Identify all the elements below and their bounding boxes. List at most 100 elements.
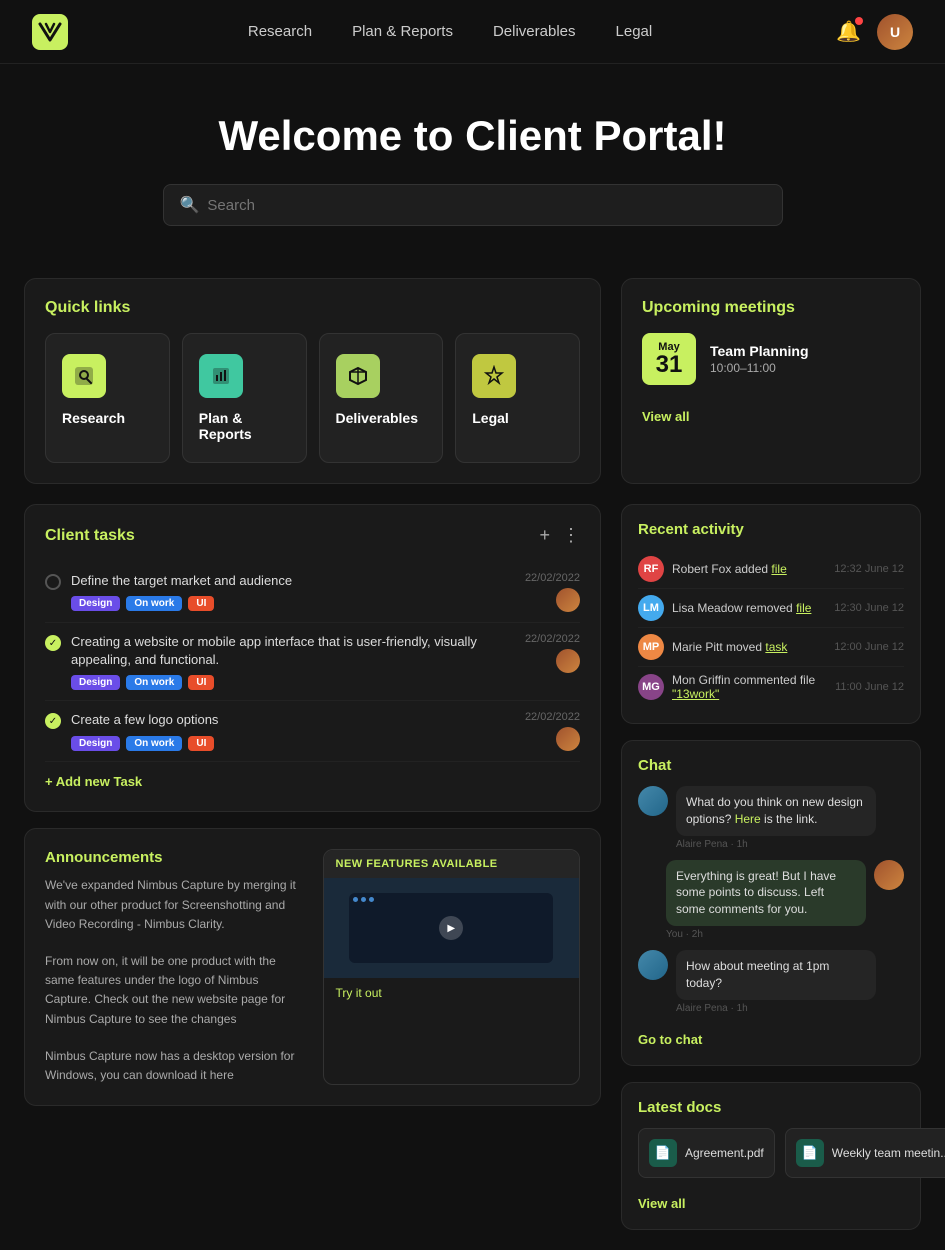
tag-design: Design — [71, 736, 120, 751]
add-task-link[interactable]: + Add new Task — [45, 774, 142, 789]
new-feature-header: NEW FEATURES AVAILABLE — [324, 850, 580, 878]
meeting-title: Team Planning — [710, 343, 809, 359]
doc-name: Agreement.pdf — [685, 1146, 764, 1160]
quick-link-research[interactable]: Research — [45, 333, 170, 463]
new-feature-preview: ▶ — [324, 878, 580, 978]
search-bar[interactable]: 🔍 — [163, 184, 783, 226]
activity-time: 12:00 June 12 — [834, 641, 904, 653]
activity-time: 11:00 June 12 — [835, 681, 904, 693]
bubble-text: Everything is great! But I have some poi… — [666, 860, 866, 926]
quick-link-legal[interactable]: Legal — [455, 333, 580, 463]
deliverables-icon — [336, 354, 380, 398]
tag-ui: UI — [188, 736, 214, 751]
activity-item: RF Robert Fox added file 12:32 June 12 — [638, 550, 904, 589]
activity-link[interactable]: task — [765, 640, 787, 654]
announce-text2: From now on, it will be one product with… — [45, 952, 303, 1029]
activity-link[interactable]: "13work" — [672, 687, 719, 701]
preview-inner: ▶ — [349, 893, 553, 963]
task-item: ✓ Creating a website or mobile app inter… — [45, 623, 580, 701]
doc-icon: 📄 — [796, 1139, 824, 1167]
notifications-button[interactable]: 🔔 — [832, 15, 865, 48]
chat-message: What do you think on new design options?… — [638, 786, 904, 850]
task-checkbox[interactable]: ✓ — [45, 713, 61, 729]
nav-right: 🔔 U — [832, 14, 913, 50]
latest-docs-card: Latest docs 📄 Agreement.pdf 📄 Weekly tea… — [621, 1082, 921, 1230]
nav-legal[interactable]: Legal — [616, 23, 653, 40]
nav-deliverables[interactable]: Deliverables — [493, 23, 576, 40]
add-task-button[interactable]: + — [539, 525, 550, 546]
meeting-time: 10:00–11:00 — [710, 361, 809, 375]
activity-item: MP Marie Pitt moved task 12:00 June 12 — [638, 628, 904, 667]
activity-item: MG Mon Griffin commented file "13work" 1… — [638, 667, 904, 707]
quick-links-title: Quick links — [45, 299, 580, 317]
upcoming-meetings-card: Upcoming meetings May 31 Team Planning 1… — [621, 278, 921, 484]
legal-label: Legal — [472, 410, 509, 426]
doc-item[interactable]: 📄 Weekly team meetin... — [785, 1128, 945, 1178]
meeting-day: 31 — [654, 353, 684, 377]
announce-text3: Nimbus Capture now has a desktop version… — [45, 1047, 303, 1085]
task-content: Define the target market and audience De… — [71, 572, 515, 611]
legal-icon — [472, 354, 516, 398]
notification-badge — [855, 17, 863, 25]
docs-grid: 📄 Agreement.pdf 📄 Weekly team meetin... — [638, 1128, 904, 1178]
tag-ui: UI — [188, 675, 214, 690]
activity-avatar: LM — [638, 595, 664, 621]
chat-message: Everything is great! But I have some poi… — [638, 860, 904, 940]
navbar: Research Plan & Reports Deliverables Leg… — [0, 0, 945, 64]
activity-link[interactable]: file — [796, 601, 811, 615]
tasks-menu-button[interactable]: ⋮ — [562, 525, 580, 546]
docs-title: Latest docs — [638, 1099, 904, 1116]
research-label: Research — [62, 410, 125, 426]
bubble-meta: Alaire Pena · 1h — [676, 1003, 876, 1014]
search-icon: 🔍 — [180, 195, 200, 215]
try-it-out-link[interactable]: Try it out — [336, 986, 382, 1000]
meeting-date: May 31 — [642, 333, 696, 385]
client-tasks-card: Client tasks + ⋮ Define the target marke… — [24, 504, 601, 812]
upcoming-view-all[interactable]: View all — [642, 409, 689, 424]
tag-on-work: On work — [126, 675, 182, 690]
logo[interactable] — [32, 14, 68, 50]
task-text: Creating a website or mobile app interfa… — [71, 633, 515, 669]
task-date: 22/02/2022 — [525, 711, 580, 723]
right-column: Recent activity RF Robert Fox added file… — [621, 504, 921, 1230]
chat-message: How about meeting at 1pm today? Alaire P… — [638, 950, 904, 1014]
task-date: 22/02/2022 — [525, 633, 580, 645]
try-it-out: Try it out — [324, 978, 580, 1008]
deliverables-label: Deliverables — [336, 410, 419, 426]
activity-time: 12:30 June 12 — [834, 602, 904, 614]
tag-design: Design — [71, 675, 120, 690]
nav-links: Research Plan & Reports Deliverables Leg… — [248, 23, 652, 40]
page-title: Welcome to Client Portal! — [0, 112, 945, 160]
docs-view-all[interactable]: View all — [638, 1196, 685, 1211]
announce-title: Announcements — [45, 849, 303, 866]
task-checkbox[interactable] — [45, 574, 61, 590]
activity-text: Robert Fox added file — [672, 562, 826, 576]
task-tags: Design On work UI — [71, 596, 515, 611]
chat-avatar — [874, 860, 904, 890]
plan-reports-label: Plan & Reports — [199, 410, 290, 442]
activity-link[interactable]: file — [771, 562, 786, 576]
search-input[interactable] — [207, 197, 765, 214]
tag-ui: UI — [188, 596, 214, 611]
task-meta: 22/02/2022 — [525, 572, 580, 612]
upcoming-title: Upcoming meetings — [642, 299, 900, 317]
meeting-item: May 31 Team Planning 10:00–11:00 — [642, 333, 900, 385]
task-item: ✓ Create a few logo options Design On wo… — [45, 701, 580, 762]
doc-item[interactable]: 📄 Agreement.pdf — [638, 1128, 775, 1178]
nav-plan-reports[interactable]: Plan & Reports — [352, 23, 453, 40]
quick-link-plan-reports[interactable]: Plan & Reports — [182, 333, 307, 463]
tag-on-work: On work — [126, 736, 182, 751]
task-text: Define the target market and audience — [71, 572, 515, 590]
nav-research[interactable]: Research — [248, 23, 312, 40]
go-to-chat-link[interactable]: Go to chat — [638, 1032, 702, 1047]
activity-title: Recent activity — [638, 521, 904, 538]
quick-link-deliverables[interactable]: Deliverables — [319, 333, 444, 463]
play-button[interactable]: ▶ — [439, 916, 463, 940]
task-tags: Design On work UI — [71, 675, 515, 690]
user-avatar[interactable]: U — [877, 14, 913, 50]
chat-link[interactable]: Here — [735, 812, 761, 826]
preview-decoration — [353, 897, 374, 902]
activity-avatar: RF — [638, 556, 664, 582]
task-meta: 22/02/2022 — [525, 633, 580, 673]
task-checkbox[interactable]: ✓ — [45, 635, 61, 651]
